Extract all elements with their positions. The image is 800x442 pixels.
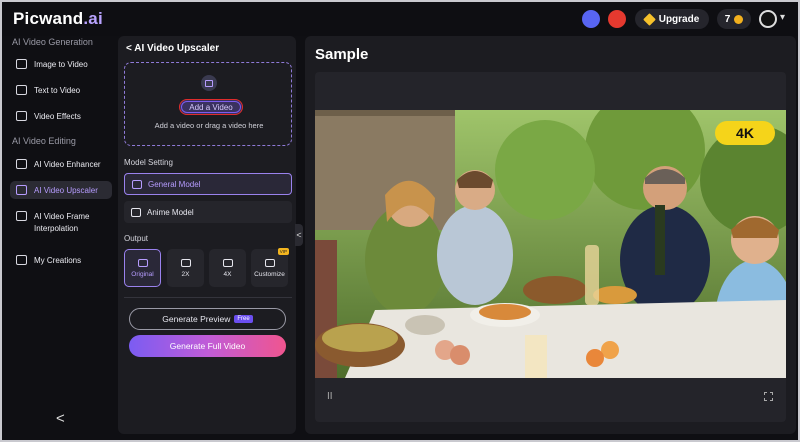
sidebar-item-label: AI Video Enhancer [34,159,101,169]
sample-video-frame [315,110,786,378]
free-badge: Free [234,315,253,323]
upload-dropzone[interactable]: Add a Video Add a video or drag a video … [124,62,292,146]
logo[interactable]: Picwand.ai [13,9,103,29]
sidebar-item-video-upscaler[interactable]: AI Video Upscaler [10,181,112,199]
output-4x[interactable]: 4X [209,249,246,287]
effects-icon [16,111,27,121]
add-video-button[interactable]: Add a Video [179,99,243,115]
video-stage: 4K II [315,72,786,422]
sidebar: AI Video Generation Image to Video Text … [4,36,114,440]
image-icon [16,59,27,69]
output-2x[interactable]: 2X [167,249,204,287]
logo-suffix: .ai [83,9,103,28]
youtube-icon[interactable] [608,10,626,28]
output-label-text: Original [131,270,154,278]
edit-icon [264,258,275,267]
divider [124,297,292,298]
generate-preview-label: Generate Preview [162,314,231,324]
model-icon [132,179,142,189]
sidebar-item-label: Image to Video [34,59,88,69]
resolution-badge: 4K [715,121,775,145]
collapse-sidebar-button[interactable]: < [56,410,65,427]
upscale-icon [16,185,27,195]
upgrade-label: Upgrade [658,13,700,25]
output-label: Output [124,234,149,243]
frames-icon [16,211,27,221]
diamond-icon [642,12,656,26]
generate-preview-button[interactable]: Generate Preview Free [129,308,286,330]
sidebar-item-video-effects[interactable]: Video Effects [10,107,112,125]
output-label-text: 4X [223,270,232,278]
sidebar-item-image-to-video[interactable]: Image to Video [10,55,112,73]
coin-icon [734,14,744,24]
sidebar-item-frame-interpolation[interactable]: AI Video Frame Interpolation [10,207,112,235]
video-camera-icon [201,75,217,91]
pause-icon[interactable]: II [327,391,333,402]
general-model-option[interactable]: General Model [124,173,292,195]
model-label: General Model [148,179,201,189]
top-bar: Picwand.ai Upgrade 7 ▾ [2,2,798,36]
output-customize[interactable]: VIP Customize [251,248,289,287]
sidebar-item-label: Text to Video [34,85,81,95]
preview-area: Sample 4K II [305,36,796,434]
sidebar-item-video-enhancer[interactable]: AI Video Enhancer [10,155,112,173]
enhance-icon [16,159,27,169]
sample-video[interactable]: 4K [315,110,786,378]
fullscreen-icon[interactable] [764,392,773,401]
anime-model-option[interactable]: Anime Model [124,201,292,223]
sidebar-item-label: AI Video Upscaler [34,185,98,195]
model-label: Anime Model [147,207,194,217]
avatar[interactable] [759,10,777,28]
folder-icon [16,255,27,265]
credits-count: 7 [724,13,731,25]
anime-icon [131,207,141,217]
sidebar-item-label: Video Effects [34,111,81,121]
output-label-text: Customize [254,270,285,278]
panel-title[interactable]: < AI Video Upscaler [126,43,219,54]
text-icon [16,85,27,95]
discord-icon[interactable] [582,10,600,28]
collapse-panel-button[interactable]: < [295,224,303,246]
sidebar-item-label: AI Video Frame Interpolation [34,212,90,233]
upscaler-panel: < AI Video Upscaler Add a Video Add a vi… [118,36,296,434]
section-heading-generation: AI Video Generation [12,37,93,47]
app-window: Picwand.ai Upgrade 7 ▾ AI Video Generati… [0,0,800,442]
upgrade-button[interactable]: Upgrade [635,9,709,29]
sidebar-item-my-creations[interactable]: My Creations [10,251,112,269]
credits-badge[interactable]: 7 [717,9,751,29]
logo-main: Picwand [13,9,84,28]
resolution-icon [137,258,148,267]
preview-title: Sample [315,46,369,63]
chevron-down-icon[interactable]: ▾ [780,12,785,23]
vip-tag: VIP [277,248,289,255]
sidebar-item-text-to-video[interactable]: Text to Video [10,81,112,99]
section-heading-editing: AI Video Editing [12,136,76,146]
resolution-icon [222,258,233,267]
output-label-text: 2X [181,270,190,278]
model-setting-label: Model Setting [124,158,173,167]
dropzone-hint: Add a video or drag a video here [154,121,264,130]
output-original[interactable]: Original [124,249,161,287]
resolution-icon [180,258,191,267]
sidebar-item-label: My Creations [34,255,82,265]
generate-full-video-button[interactable]: Generate Full Video [129,335,286,357]
